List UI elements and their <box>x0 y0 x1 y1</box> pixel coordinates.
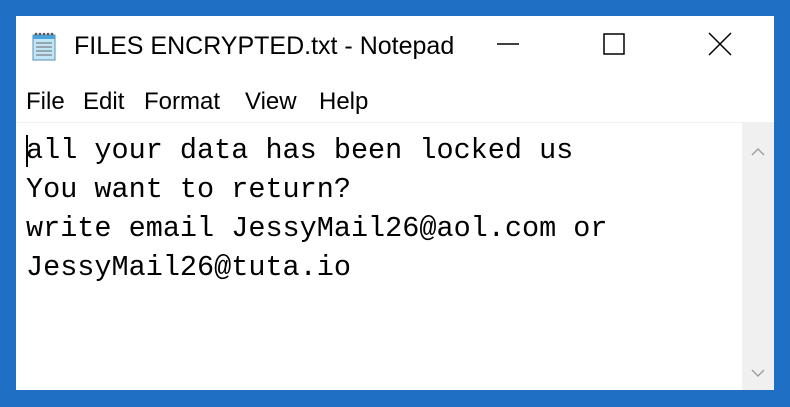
close-button[interactable] <box>678 16 762 76</box>
editor-line: write email JessyMail26@aol.com or <box>26 212 608 245</box>
title-bar[interactable]: FILES ENCRYPTED.txt - Notepad <box>16 16 774 78</box>
maximize-button[interactable] <box>572 16 656 76</box>
window-title: FILES ENCRYPTED.txt - Notepad <box>74 32 455 60</box>
editor-line: JessyMail26@tuta.io <box>26 251 351 284</box>
minimize-icon <box>496 32 520 61</box>
menu-file[interactable]: File <box>26 88 65 116</box>
text-editor-area[interactable]: all your data has been locked us You wan… <box>16 123 742 390</box>
scroll-down-button[interactable] <box>742 358 774 390</box>
maximize-icon <box>602 32 626 61</box>
notepad-window: FILES ENCRYPTED.txt - Notepad File Edit … <box>16 16 774 390</box>
menu-view[interactable]: View <box>245 88 297 116</box>
menu-edit[interactable]: Edit <box>83 88 124 116</box>
menu-bar: File Edit Format View Help <box>16 78 774 123</box>
close-icon <box>708 31 732 61</box>
minimize-button[interactable] <box>466 16 550 76</box>
menu-help[interactable]: Help <box>319 88 368 116</box>
editor-line: all your data has been locked us <box>26 134 574 167</box>
scroll-down-arrow-icon <box>751 365 765 383</box>
vertical-scrollbar[interactable] <box>742 123 774 390</box>
scroll-up-button[interactable] <box>742 137 774 169</box>
notepad-icon[interactable] <box>30 31 58 61</box>
editor-text[interactable]: all your data has been locked us You wan… <box>26 131 608 287</box>
menu-format[interactable]: Format <box>144 88 220 116</box>
scroll-up-arrow-icon <box>751 144 765 162</box>
editor-line: You want to return? <box>26 173 351 206</box>
